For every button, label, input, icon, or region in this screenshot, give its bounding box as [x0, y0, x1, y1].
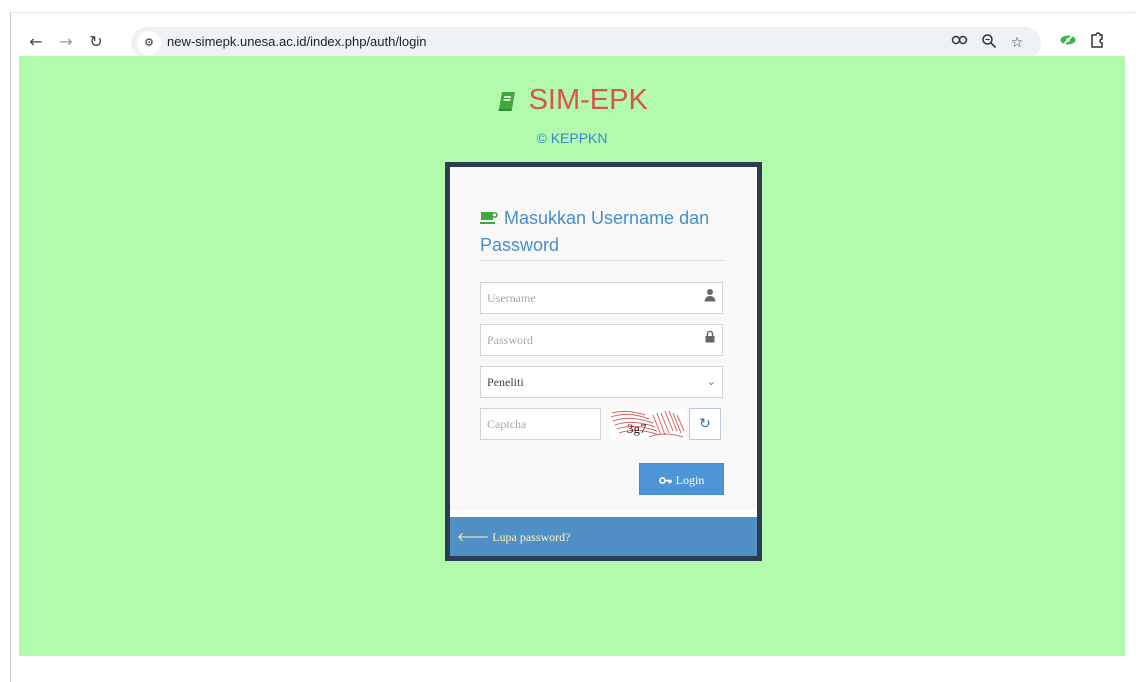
address-bar[interactable]: ⚙ new-simepk.unesa.ac.id/index.php/auth/…	[131, 27, 1041, 59]
tune-icon: ⚙	[144, 36, 154, 49]
login-button-label: Login	[675, 473, 705, 487]
arrow-right-icon: →	[59, 32, 73, 51]
captcha-refresh-button[interactable]: ↻	[689, 408, 721, 440]
refresh-icon: ↻	[699, 416, 711, 432]
forgot-password-label: Lupa password?	[492, 530, 571, 544]
chevron-down-icon: ⌄	[706, 375, 716, 388]
forward-button[interactable]: →	[55, 31, 77, 53]
login-form: Masukkan Username dan Password Username …	[450, 167, 757, 510]
copyright-text: © KEPPKN	[536, 130, 608, 146]
page-viewport: SIM-EPK © KEPPKN Masukkan Username dan P…	[19, 56, 1125, 656]
username-input[interactable]	[481, 283, 697, 313]
captcha-field	[480, 408, 601, 440]
brand-header: SIM-EPK	[19, 84, 1125, 117]
password-key-button[interactable]	[951, 33, 971, 53]
key-icon	[951, 35, 968, 45]
user-icon	[702, 288, 718, 308]
zoom-button[interactable]	[979, 33, 999, 53]
username-field	[480, 282, 723, 314]
bookmark-button[interactable]: ☆	[1007, 33, 1027, 53]
key-icon	[658, 477, 672, 484]
role-select[interactable]: Peneliti ⌄	[480, 366, 723, 398]
url-text[interactable]: new-simepk.unesa.ac.id/index.php/auth/lo…	[167, 34, 426, 49]
eye-off-icon	[1060, 33, 1076, 47]
arrow-left-icon: 🡐	[457, 530, 490, 544]
captcha-image: 3g7	[609, 409, 686, 439]
back-button[interactable]: ←	[25, 31, 47, 53]
forgot-password-link[interactable]: 🡐 Lupa password?	[457, 529, 571, 545]
extensions-menu-button[interactable]	[1086, 31, 1108, 53]
coffee-icon	[480, 212, 498, 224]
captcha-input[interactable]	[481, 409, 599, 439]
password-field	[480, 324, 723, 356]
site-info-button[interactable]: ⚙	[137, 31, 161, 55]
login-button[interactable]: Login	[639, 463, 724, 495]
login-footer: 🡐 Lupa password?	[450, 517, 757, 556]
arrow-left-icon: ←	[29, 32, 43, 51]
login-heading-text: Masukkan Username dan Password	[480, 208, 710, 255]
book-icon	[498, 91, 516, 111]
reload-icon: ↻	[89, 32, 103, 51]
login-box: Masukkan Username dan Password Username …	[445, 162, 762, 561]
reload-button[interactable]: ↻	[85, 31, 107, 53]
password-input[interactable]	[481, 325, 697, 355]
star-icon: ☆	[1010, 35, 1024, 51]
extension-button[interactable]	[1057, 31, 1079, 53]
captcha-text: 3g7	[627, 421, 647, 436]
divider	[480, 260, 725, 261]
app-title: SIM-EPK	[528, 84, 648, 116]
puzzle-icon	[1091, 32, 1103, 48]
lock-icon	[702, 330, 718, 350]
role-select-value: Peneliti	[487, 375, 524, 389]
login-heading: Masukkan Username dan Password	[480, 205, 730, 259]
zoom-icon	[982, 34, 997, 49]
